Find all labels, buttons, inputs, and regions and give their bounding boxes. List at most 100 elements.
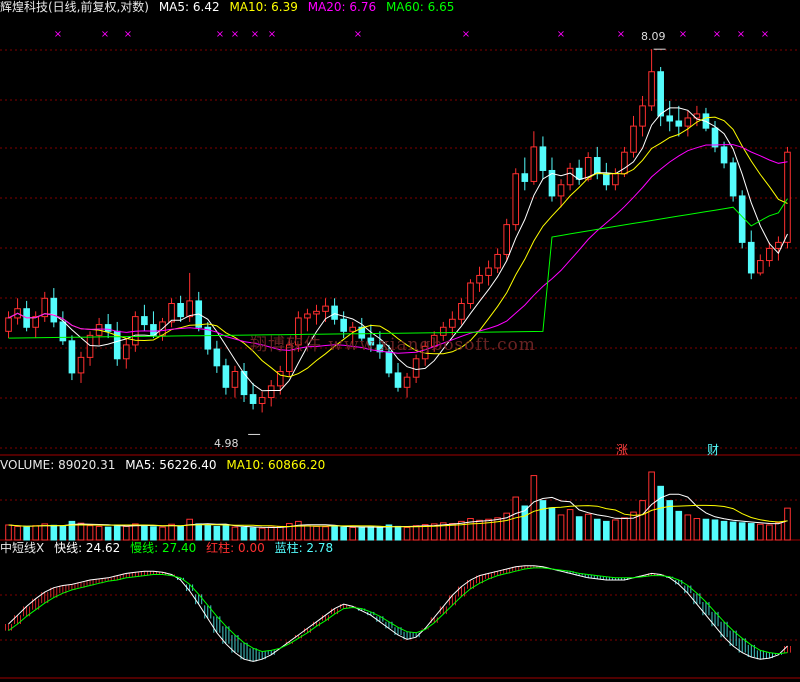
- volume-bar: [621, 517, 628, 541]
- candle-body: [222, 365, 230, 388]
- candle-body: [467, 282, 474, 305]
- candle-body: [104, 324, 112, 332]
- candle-body: [5, 317, 12, 332]
- volume-bar: [693, 518, 701, 541]
- volume-bar: [86, 525, 94, 541]
- volume-bar: [702, 518, 710, 541]
- candle-body: [557, 184, 565, 197]
- volume-bar: [566, 509, 574, 541]
- ma10-value: MA10: 6.39: [229, 0, 298, 14]
- volume-bar: [784, 507, 791, 541]
- volume-bar: [738, 522, 746, 541]
- slow-line-value: 慢线: 27.40: [130, 541, 197, 555]
- volume-bar: [231, 526, 239, 541]
- volume-bar: [276, 525, 284, 541]
- candle-body: [639, 105, 646, 127]
- volume-bar: [711, 519, 719, 541]
- candlestick-series: [5, 49, 791, 413]
- candle-body: [177, 303, 184, 318]
- volume-bar: [5, 524, 12, 541]
- candle-body: [141, 316, 148, 326]
- ma20-line: [8, 144, 788, 354]
- volume-bar: [77, 522, 85, 541]
- price-title: 辉煌科技(日线,前复权,对数): [0, 0, 149, 14]
- candle-body: [711, 127, 719, 148]
- blue-bar-value: 蓝柱: 2.78: [274, 541, 334, 555]
- candle-body: [231, 370, 239, 388]
- candle-body: [32, 316, 40, 328]
- candle-body: [68, 340, 76, 374]
- candle-body: [756, 260, 764, 274]
- volume-bar: [657, 485, 664, 541]
- volume-bar: [41, 523, 49, 541]
- x-marker: ×: [251, 29, 259, 40]
- slow-line: [8, 567, 788, 655]
- x-marker: ×: [354, 29, 362, 40]
- low-price-label: 4.98: [214, 437, 239, 450]
- x-marker: ×: [557, 29, 565, 40]
- volume-bar: [557, 514, 565, 541]
- candle-body: [304, 313, 311, 319]
- volume-bar: [340, 526, 347, 541]
- candle-body: [675, 120, 683, 127]
- candle-body: [566, 167, 574, 186]
- volume-bar: [376, 526, 384, 541]
- volume-bar: [358, 527, 366, 541]
- volume-header: VOLUME: 89020.31 MA5: 56226.40 MA10: 608…: [0, 458, 331, 472]
- volume-bar: [412, 525, 420, 541]
- candle-body: [394, 372, 402, 388]
- volume-bar: [530, 475, 538, 541]
- x-marker: ×: [462, 29, 470, 40]
- volume-bar: [548, 507, 556, 541]
- candle-body: [168, 303, 175, 323]
- ma60-value: MA60: 6.65: [385, 0, 455, 14]
- volume-bar: [394, 525, 402, 541]
- volume-bar: [575, 516, 583, 541]
- fast-line: [8, 565, 788, 662]
- volume-bar: [95, 525, 103, 541]
- volume-bar: [775, 522, 782, 541]
- volume-bar: [720, 520, 728, 541]
- volume-bar: [150, 526, 157, 541]
- volume-bar: [258, 527, 266, 541]
- volume-bar: [747, 523, 755, 541]
- x-marker: ×: [231, 29, 239, 40]
- volume-bar: [168, 523, 175, 541]
- volume-bar: [59, 525, 67, 541]
- watermark: 翔博软件 www.xiangbosoft.com: [250, 335, 536, 355]
- candle-body: [621, 151, 628, 175]
- ma60-line: [8, 198, 788, 339]
- volume-bar: [729, 521, 737, 541]
- x-marker: ×: [713, 29, 721, 40]
- ma20-value: MA20: 6.76: [307, 0, 377, 14]
- candle-body: [521, 173, 529, 182]
- candle-body: [50, 297, 58, 323]
- x-marker: ×: [101, 29, 109, 40]
- candle-body: [729, 162, 737, 197]
- volume-value: VOLUME: 89020.31: [0, 458, 116, 472]
- candle-body: [240, 370, 248, 396]
- candle-body: [249, 394, 257, 404]
- candle-body: [593, 157, 601, 175]
- volume-bar: [675, 510, 683, 541]
- volume-bar: [295, 520, 302, 541]
- volume-bar: [122, 525, 130, 541]
- oscillator-series: [5, 565, 791, 662]
- candle-body: [122, 344, 130, 360]
- volume-bar: [304, 525, 311, 541]
- red-bar-value: 红柱: 0.00: [206, 541, 265, 555]
- candle-body: [775, 241, 782, 249]
- volume-bar: [612, 519, 619, 541]
- volume-bar: [23, 526, 30, 541]
- volume-bar: [50, 524, 58, 541]
- volume-bar: [684, 514, 692, 541]
- volume-bar: [584, 513, 592, 541]
- volume-bar: [630, 511, 637, 541]
- volume-bar: [249, 527, 257, 541]
- candle-body: [766, 247, 773, 262]
- volume-bar: [159, 526, 166, 541]
- volume-bars: [5, 471, 791, 541]
- volume-bar: [222, 525, 230, 541]
- candle-body: [494, 253, 501, 269]
- volume-bar: [195, 523, 203, 541]
